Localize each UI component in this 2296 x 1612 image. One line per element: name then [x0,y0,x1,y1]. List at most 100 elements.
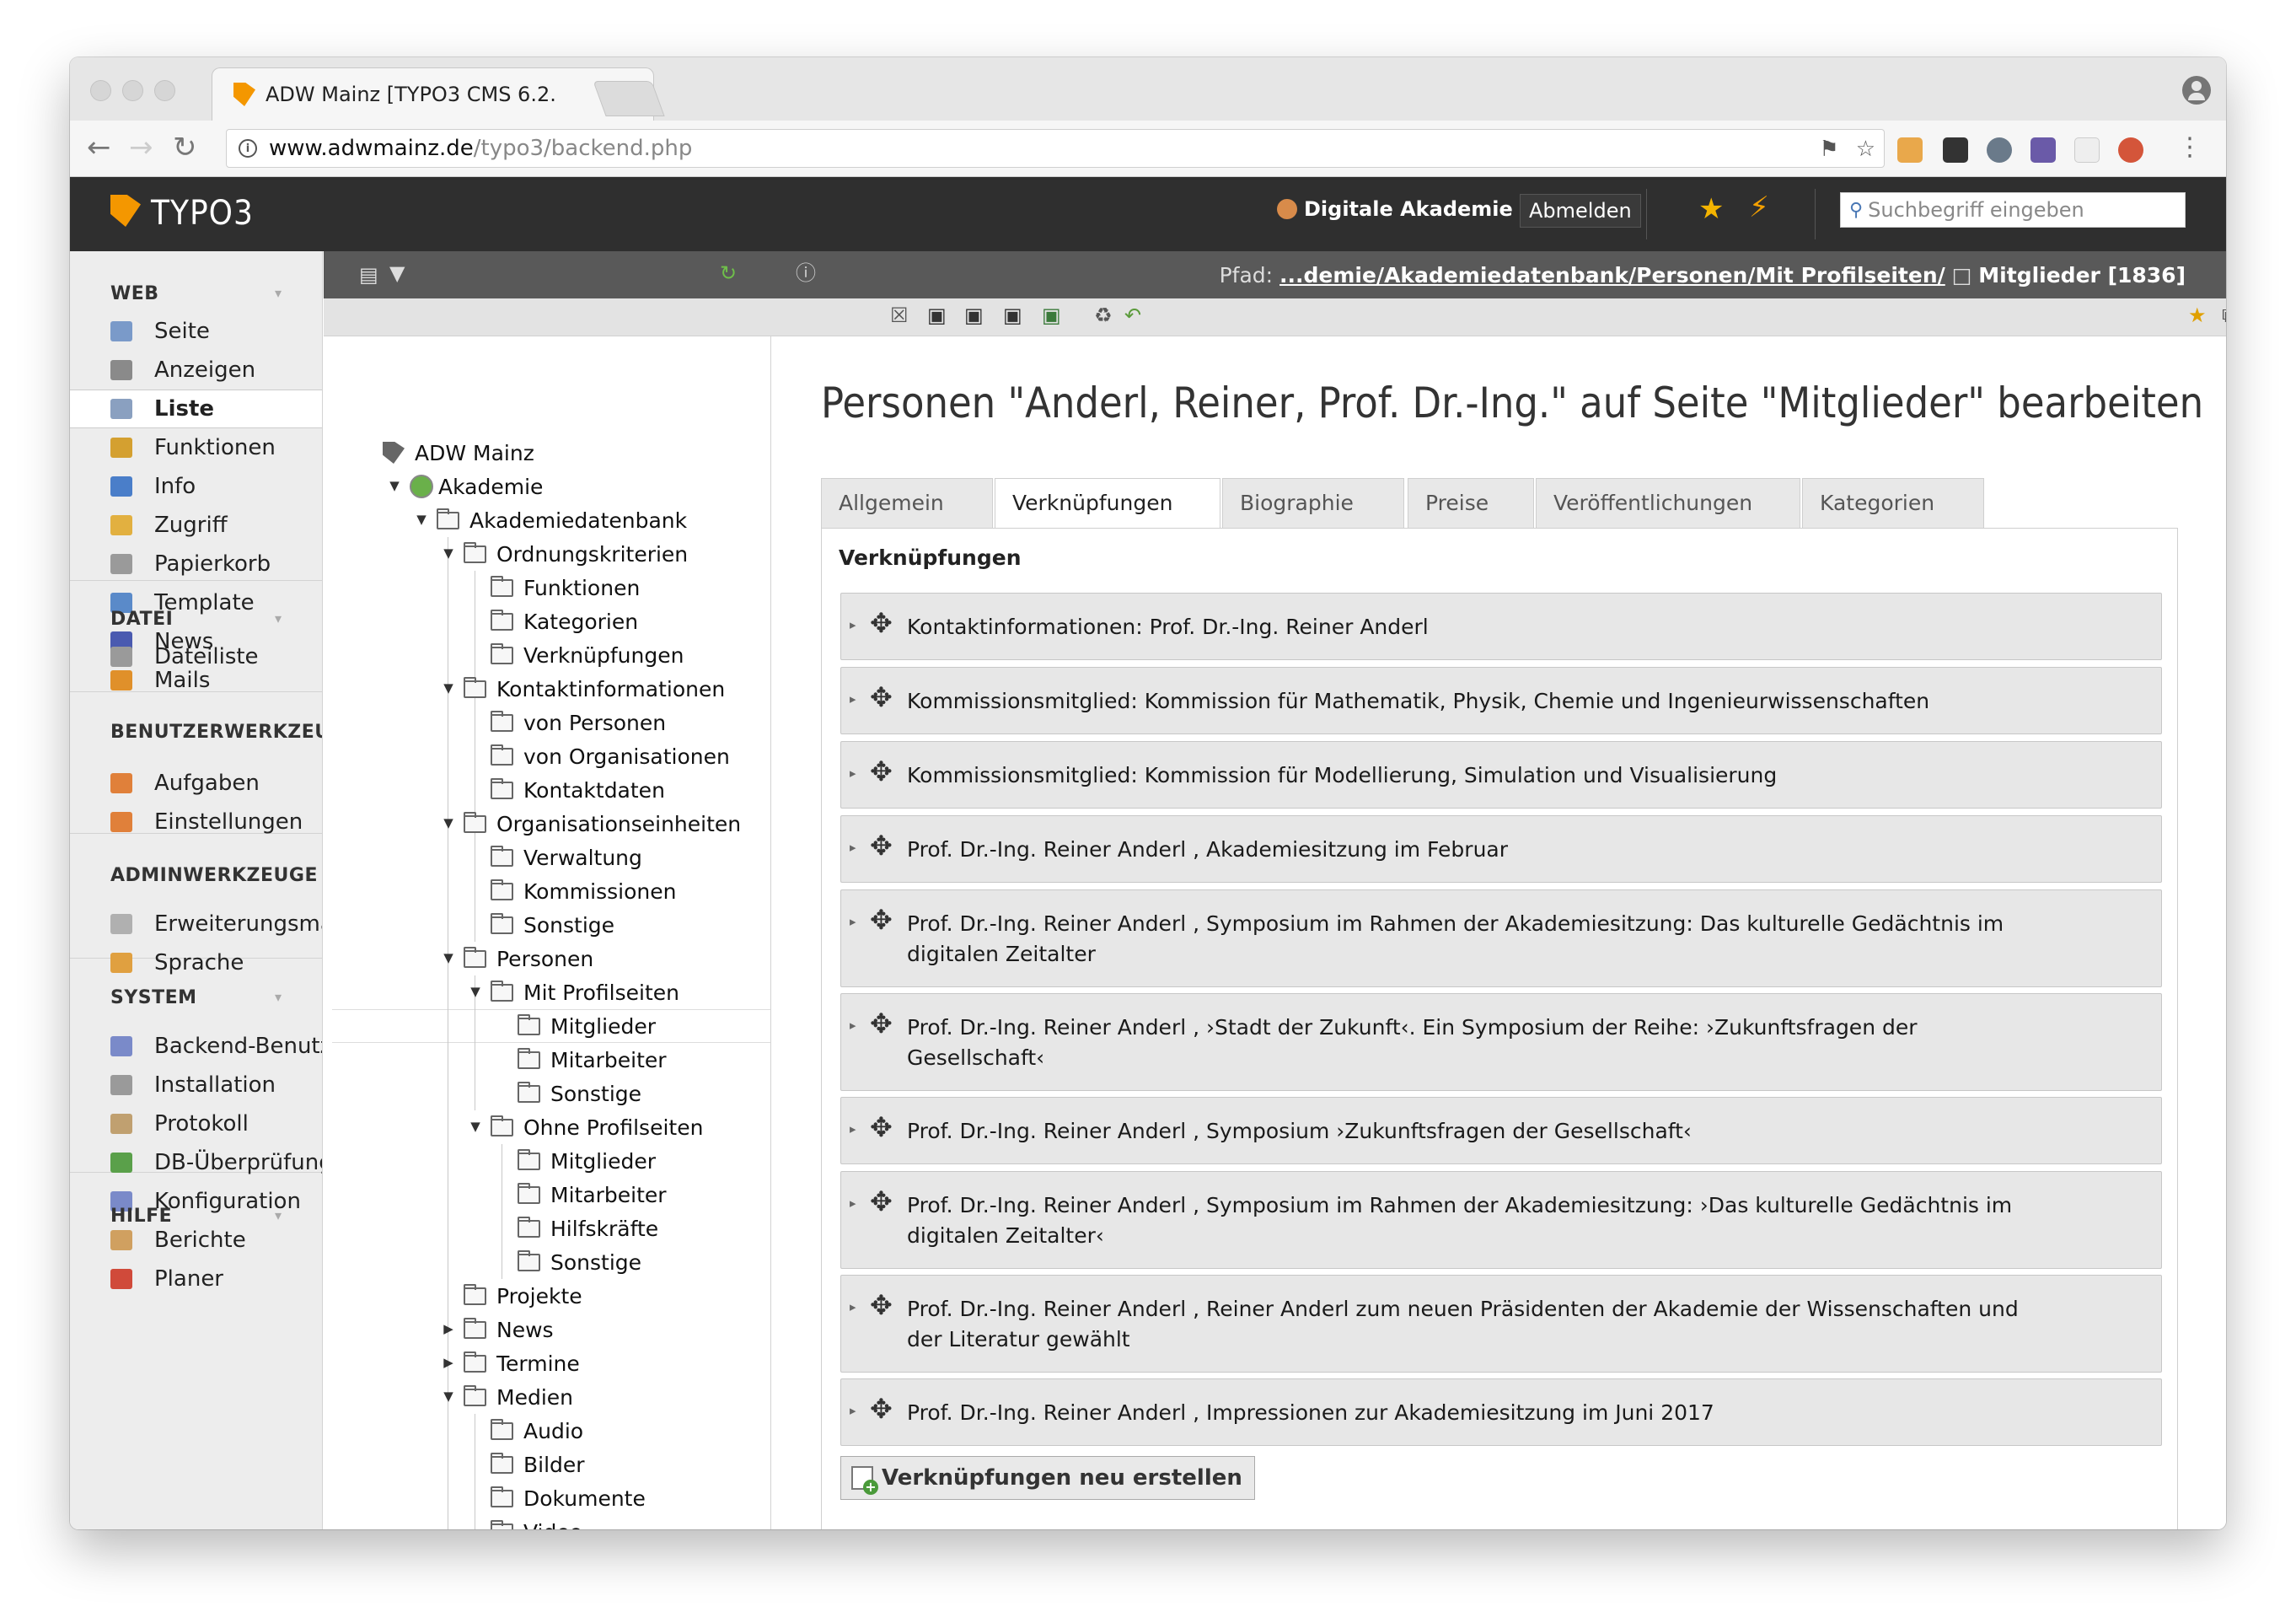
clear-cache-bolt-icon[interactable]: ⚡ [1749,191,1769,224]
tree-node-personen[interactable]: Personen [464,942,593,975]
tree-node-mit-profilseiten[interactable]: Mit Profilseiten [491,975,679,1009]
section-web[interactable]: WEB [110,283,159,304]
open-new-window-icon[interactable]: ⧉ [2222,304,2226,327]
nav-item-einstellungen[interactable]: Einstellungen [70,803,322,841]
expand-arrow-icon[interactable]: ▼ [442,1389,455,1404]
key-icon[interactable]: ⚑ [1819,137,1838,162]
nav-item-template[interactable]: Template [70,583,322,622]
expand-record-icon[interactable]: ▸ [850,766,856,781]
window-zoom-button[interactable] [154,80,175,101]
tree-node-mitarbeiter[interactable]: Mitarbeiter [518,1043,667,1077]
relation-record[interactable]: ▸ ✥ Kommissionsmitglied: Kommission für Ma… [840,667,2162,734]
extension-doc-icon[interactable] [2074,137,2100,163]
nav-item-zugriff[interactable]: Zugriff [70,506,322,545]
save-close-icon[interactable]: ▣ [1003,304,1022,327]
browser-tab[interactable]: ADW Mainz [TYPO3 CMS 6.2. × [212,67,654,121]
tree-node-hilfskrafte[interactable]: Hilfskräfte [518,1212,658,1245]
add-bookmark-icon[interactable]: ★ [2188,304,2207,327]
tree-node-von-personen[interactable]: von Personen [491,706,666,739]
create-relation-button[interactable]: Verknüpfungen neu erstellen [840,1456,1255,1500]
extension-brush-icon[interactable] [2030,137,2056,163]
tree-node-kategorien[interactable]: Kategorien [491,604,638,638]
nav-item-installation[interactable]: Installation [70,1066,322,1104]
tree-node-dokumente[interactable]: Dokumente [491,1481,646,1515]
collapse-icon[interactable]: ▾ [275,285,282,301]
collapse-arrow-icon[interactable]: ▶ [442,1321,455,1336]
nav-item-liste[interactable]: Liste [70,390,322,428]
backend-search-input[interactable]: ⚲ Suchbegriff eingeben [1840,192,2186,228]
browser-menu-icon[interactable]: ⋮ [2177,132,2202,163]
extension-color-icon[interactable] [2118,137,2143,163]
expand-record-icon[interactable]: ▸ [850,617,856,632]
reload-icon[interactable]: ↻ [173,132,197,163]
user-menu[interactable]: Digitale Akademie [1277,197,1513,221]
move-handle-icon[interactable]: ✥ [870,1187,893,1216]
tree-node-mitarbeiter[interactable]: Mitarbeiter [518,1178,667,1212]
info-icon[interactable]: i [239,139,257,158]
tab-allgemein[interactable]: Allgemein [821,478,993,529]
extension-cube-icon[interactable] [1897,137,1923,163]
expand-record-icon[interactable]: ▸ [850,914,856,929]
tree-node-termine[interactable]: Termine [464,1346,580,1380]
expand-arrow-icon[interactable]: ▼ [415,512,428,527]
section-adminwerkzeuge[interactable]: ADMINWERKZEUGE [110,865,318,886]
expand-record-icon[interactable]: ▸ [850,840,856,855]
relation-record[interactable]: ▸ ✥ Kontaktinformationen: Prof. Dr.-Ing. R… [840,593,2162,660]
relation-record[interactable]: ▸ ✥ Prof. Dr.-Ing. Reiner Anderl , Symposi… [840,889,2162,987]
nav-item-erweiterungsmanager[interactable]: Erweiterungsmanager [70,905,322,943]
refresh-tree-icon[interactable]: ↻ [720,261,737,285]
logout-button[interactable]: Abmelden [1520,194,1641,228]
path-link[interactable]: ...demie/Akademiedatenbank/Personen/Mit … [1279,263,1945,287]
collapse-arrow-icon[interactable]: ▶ [442,1355,455,1370]
move-handle-icon[interactable]: ✥ [870,1009,893,1038]
move-handle-icon[interactable]: ✥ [870,1113,893,1142]
nav-item-sprache[interactable]: Sprache [70,943,322,982]
window-minimize-button[interactable] [122,80,143,101]
tree-node-medien[interactable]: Medien [464,1380,573,1414]
tree-node-ordnungskriterien[interactable]: Ordnungskriterien [464,537,688,571]
move-handle-icon[interactable]: ✥ [870,609,893,637]
move-handle-icon[interactable]: ✥ [870,1291,893,1319]
nav-item-aufgaben[interactable]: Aufgaben [70,764,322,803]
expand-arrow-icon[interactable]: ▼ [442,950,455,965]
nav-item-funktionen[interactable]: Funktionen [70,428,322,467]
expand-arrow-icon[interactable]: ▼ [442,815,455,830]
save-icon[interactable]: ▣ [927,304,947,327]
relation-record[interactable]: ▸ ✥ Prof. Dr.-Ing. Reiner Anderl , ›Stadt … [840,993,2162,1091]
section-datei[interactable]: DATEI [110,609,173,630]
new-page-icon[interactable]: ▤ [359,263,378,287]
expand-arrow-icon[interactable]: ▼ [469,984,482,999]
collapse-icon[interactable]: ▾ [275,1207,282,1223]
expand-record-icon[interactable]: ▸ [850,1121,856,1136]
expand-record-icon[interactable]: ▸ [850,1196,856,1211]
expand-record-icon[interactable]: ▸ [850,1299,856,1314]
expand-record-icon[interactable]: ▸ [850,691,856,707]
window-close-button[interactable] [90,80,111,101]
nav-item-dateiliste[interactable]: Dateiliste [70,637,322,676]
tree-node-mitglieder[interactable]: Mitglieder [518,1009,656,1043]
tree-node-mitglieder[interactable]: Mitglieder [518,1144,656,1178]
nav-item-planer[interactable]: Planer [70,1260,322,1298]
move-handle-icon[interactable]: ✥ [870,683,893,712]
nav-item-info[interactable]: Info [70,467,322,506]
back-icon[interactable]: ← [87,132,111,163]
tree-node-akademie[interactable]: Akademie [410,470,543,503]
extension-circle-icon[interactable] [1987,137,2012,163]
section-hilfe[interactable]: HILFE [110,1206,172,1227]
tab-kategorien[interactable]: Kategorien [1802,478,1984,529]
move-handle-icon[interactable]: ✥ [870,757,893,786]
bookmarks-star-icon[interactable]: ★ [1698,192,1724,226]
tree-node-sonstige[interactable]: Sonstige [518,1077,641,1110]
delete-icon[interactable]: ♻ [1094,304,1113,327]
tree-node-projekte[interactable]: Projekte [464,1279,582,1313]
extension-jb-icon[interactable] [1943,137,1968,163]
relation-record[interactable]: ▸ ✥ Prof. Dr.-Ing. Reiner Anderl , Symposi… [840,1097,2162,1164]
relation-record[interactable]: ▸ ✥ Prof. Dr.-Ing. Reiner Anderl , Akademi… [840,815,2162,883]
tree-node-verknupfungen[interactable]: Verknüpfungen [491,638,684,672]
tab-veroffentlichungen[interactable]: Veröffentlichungen [1536,478,1800,529]
nav-item-protokoll[interactable]: Protokoll [70,1104,322,1143]
nav-item-backend-benutzer[interactable]: Backend-Benutzer [70,1027,322,1066]
tree-node-verwaltung[interactable]: Verwaltung [491,841,642,874]
save-new-icon[interactable]: ▣ [1042,304,1061,327]
expand-arrow-icon[interactable]: ▼ [442,545,455,561]
